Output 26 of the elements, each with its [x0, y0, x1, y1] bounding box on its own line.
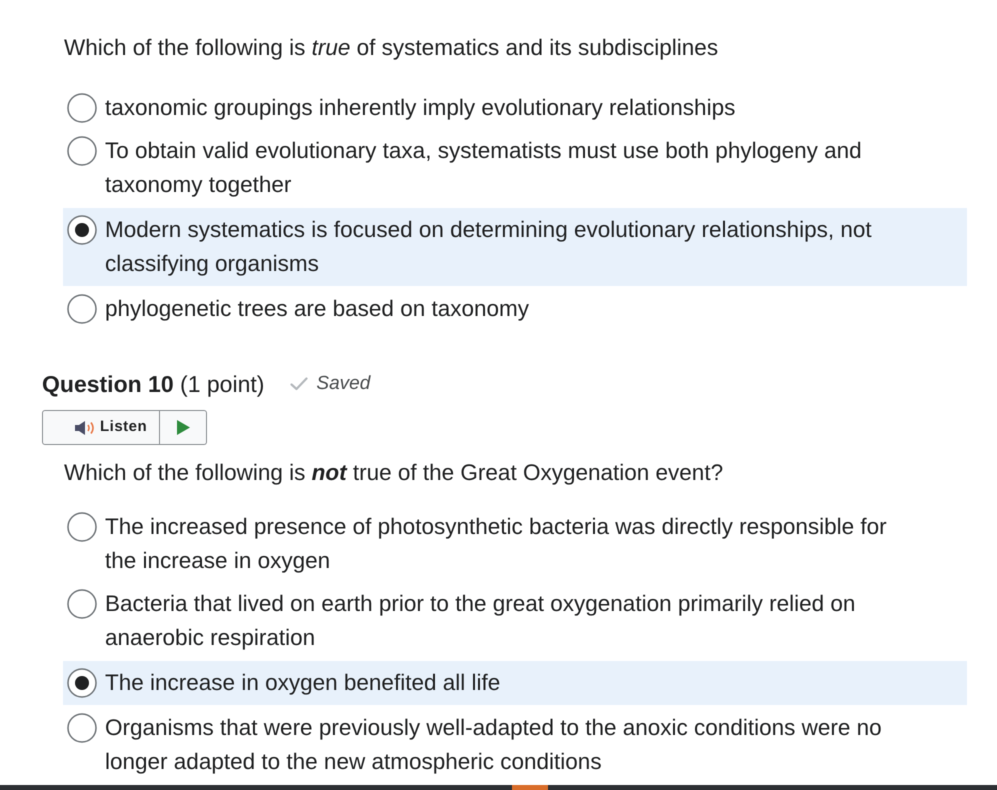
- saved-status: Saved: [316, 372, 370, 396]
- answer-option[interactable]: Organisms that were previously well-adapted to the anoxic conditions were no longer adapted to the new atmospheric conditions: [63, 708, 967, 782]
- answer-option[interactable]: To obtain valid evolutionary taxa, systematists must use both phylogeny and taxonomy together: [63, 131, 967, 205]
- radio-selected-icon[interactable]: [67, 668, 97, 698]
- play-button[interactable]: [160, 410, 208, 445]
- radio-icon[interactable]: [67, 93, 97, 123]
- answer-option[interactable]: phylogenetic trees are based on taxonomy: [63, 289, 967, 329]
- listen-button[interactable]: Listen: [42, 410, 160, 445]
- selected-answer-option[interactable]: The increase in oxygen benefited all life: [63, 661, 967, 705]
- radio-icon[interactable]: [67, 713, 97, 743]
- radio-icon[interactable]: [67, 512, 97, 542]
- bar-indicator: [512, 785, 548, 790]
- answer-option[interactable]: The increased presence of photosynthetic bacteria was directly responsible for the increase in oxygen: [63, 507, 967, 581]
- check-icon: [290, 377, 308, 391]
- radio-icon[interactable]: [67, 589, 97, 619]
- answer-option[interactable]: Bacteria that lived on earth prior to the great oxygenation primarily relied on anaerobic respiration: [63, 584, 967, 658]
- radio-icon[interactable]: [67, 136, 97, 166]
- question-prompt: Which of the following is true of systematics and its subdisciplines: [64, 34, 718, 62]
- radio-selected-icon[interactable]: [67, 215, 97, 245]
- speaker-icon: [74, 420, 96, 436]
- question-prompt: Which of the following is not true of the Great Oxygenation event?: [64, 459, 724, 487]
- play-icon: [176, 420, 190, 435]
- radio-icon[interactable]: [67, 294, 97, 324]
- question-heading: Question 10 (1 point): [42, 370, 264, 399]
- answer-option[interactable]: taxonomic groupings inherently imply evolutionary relationships: [63, 88, 967, 128]
- selected-answer-option[interactable]: Modern systematics is focused on determining evolutionary relationships, not classifying organisms: [63, 208, 967, 286]
